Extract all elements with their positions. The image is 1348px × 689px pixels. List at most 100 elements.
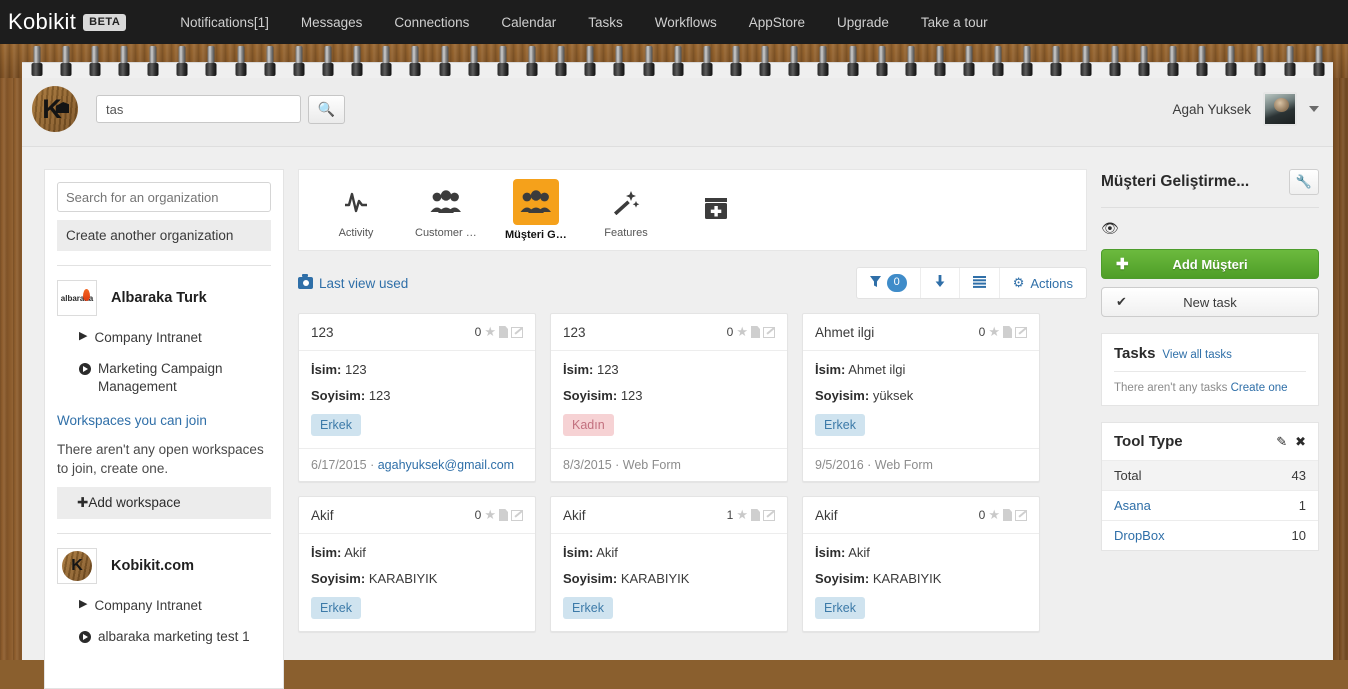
binding-ring [197,44,226,78]
binding-ring [925,44,954,78]
nav-item-appstore[interactable]: AppStore [733,15,821,30]
star-icon[interactable]: ★ [736,324,748,340]
workspaces-you-can-join-link[interactable]: Workspaces you can join [57,413,271,428]
card-source-link[interactable]: agahyuksek@gmail.com [378,458,514,472]
star-icon[interactable]: ★ [736,507,748,523]
contact-card[interactable]: 1230★İsim: 123Soyisim: 123Erkek6/17/2015… [298,313,536,482]
nav-item-upgrade[interactable]: Upgrade [821,15,905,30]
star-icon[interactable]: ★ [484,507,496,523]
app-tile-add-app[interactable] [685,187,747,233]
star-icon[interactable]: ★ [484,324,496,340]
workspace-marketing-campaign[interactable]: Marketing Campaign Management [79,360,271,396]
gender-tag: Kadın [563,414,614,436]
app-tile-musteri-gelistirme[interactable]: Müşteri Geli... [505,179,567,241]
nav-item-messages[interactable]: Messages [285,15,379,30]
binding-ring [80,44,109,78]
field-value: KARABIYIK [369,571,438,586]
nav-item-connections[interactable]: Connections [378,15,485,30]
card-field-isim: İsim: 123 [311,362,523,377]
edit-icon[interactable] [1015,510,1027,521]
card-header: 1230★ [299,314,535,351]
workspace-company-intranet[interactable]: ▶ Company Intranet [79,329,271,347]
card-title: Ahmet ilgi [815,325,874,340]
tool-type-row[interactable]: Asana1 [1102,490,1318,520]
contact-card[interactable]: Akif0★İsim: AkifSoyisim: KARABIYIKErkek [802,496,1040,632]
star-icon[interactable]: ★ [988,324,1000,340]
contact-card[interactable]: Ahmet ilgi0★İsim: Ahmet ilgiSoyisim: yük… [802,313,1040,482]
organization-albaraka[interactable]: albaraka Albaraka Turk [57,280,271,316]
search-input[interactable] [96,95,301,123]
edit-icon[interactable] [511,510,523,521]
edit-icon[interactable] [511,327,523,338]
nav-item-take-a-tour[interactable]: Take a tour [905,15,1004,30]
card-date: 9/5/2016 [815,458,864,472]
edit-icon[interactable] [763,510,775,521]
tool-type-row[interactable]: DropBox10 [1102,520,1318,550]
binding-ring [255,44,284,78]
contact-card[interactable]: Akif1★İsim: AkifSoyisim: KARABIYIKErkek [550,496,788,632]
app-tiles-bar: Activity Customer Di... [298,169,1087,251]
page-sheet: K 🔍 Agah Yuksek Create another organizat… [22,72,1333,660]
card-count: 0 [979,508,986,522]
field-label: İsim: [311,362,341,377]
nav-item-calendar[interactable]: Calendar [485,15,572,30]
document-icon[interactable] [499,326,508,338]
edit-icon[interactable]: ✎ [1276,434,1287,450]
avatar[interactable] [1263,92,1297,126]
create-organization-button[interactable]: Create another organization [57,220,271,251]
document-icon[interactable] [1003,326,1012,338]
binding-ring [401,44,430,78]
card-count: 0 [475,508,482,522]
plus-icon: ✚ [77,495,88,510]
filter-button[interactable]: 0 [857,268,921,298]
field-label: İsim: [563,362,593,377]
app-tile-activity[interactable]: Activity [325,181,387,239]
view-all-tasks-link[interactable]: View all tasks [1162,349,1231,361]
document-icon[interactable] [751,509,760,521]
nav-item-workflows[interactable]: Workflows [639,15,733,30]
card-title: Akif [311,508,334,523]
create-task-link[interactable]: Create one [1231,382,1288,394]
field-label: Soyisim: [311,388,365,403]
last-view-used-button[interactable]: Last view used [298,276,408,291]
new-task-button[interactable]: ✔ New task [1101,287,1319,317]
add-workspace-button[interactable]: ✚Add workspace [57,487,271,519]
app-tile-customer-di[interactable]: Customer Di... [415,181,477,239]
app-tile-features[interactable]: Features [595,181,657,239]
close-icon[interactable]: ✖ [1295,434,1306,450]
binding-ring [1188,44,1217,78]
brand-name: Kobikit [8,9,76,35]
chevron-down-icon[interactable] [1309,106,1319,112]
document-icon[interactable] [751,326,760,338]
actions-button[interactable]: ⚙ Actions [1000,268,1086,298]
workspace-company-intranet-2[interactable]: ▶ Company Intranet [79,597,271,615]
organization-kobikit[interactable]: K Kobikit.com [57,548,271,584]
document-icon[interactable] [1003,509,1012,521]
page-body: Create another organization albaraka Alb… [22,147,1333,689]
user-name: Agah Yuksek [1172,102,1251,117]
center-column: Activity Customer Di... [298,169,1087,689]
download-button[interactable] [921,268,960,298]
document-icon[interactable] [499,509,508,521]
card-field-soyisim: Soyisim: KARABIYIK [815,571,1027,586]
contact-card[interactable]: Akif0★İsim: AkifSoyisim: KARABIYIKErkek [298,496,536,632]
organization-search-input[interactable] [57,182,271,212]
nav-item-tasks[interactable]: Tasks [572,15,639,30]
search-button[interactable]: 🔍 [308,95,345,124]
nav-item-notifications[interactable]: Notifications[1] [164,15,285,30]
binding-ring [1246,44,1275,78]
albaraka-logo-icon: albaraka [57,280,97,316]
kobikit-logo-icon[interactable]: K [32,86,78,132]
workspace-albaraka-marketing-test[interactable]: albaraka marketing test 1 [79,628,271,646]
funnel-icon [870,276,881,291]
star-icon[interactable]: ★ [988,507,1000,523]
brand-logo[interactable]: Kobikit BETA [8,9,126,35]
add-musteri-button[interactable]: ✚ Add Müşteri [1101,249,1319,279]
contact-card[interactable]: 1230★İsim: 123Soyisim: 123Kadın8/3/2015 … [550,313,788,482]
edit-icon[interactable] [763,327,775,338]
settings-wrench-button[interactable]: 🔧 [1289,169,1319,195]
field-value: yüksek [873,388,913,403]
list-view-button[interactable] [960,268,1000,298]
eye-icon[interactable]: 👁 [1101,220,1319,237]
edit-icon[interactable] [1015,327,1027,338]
